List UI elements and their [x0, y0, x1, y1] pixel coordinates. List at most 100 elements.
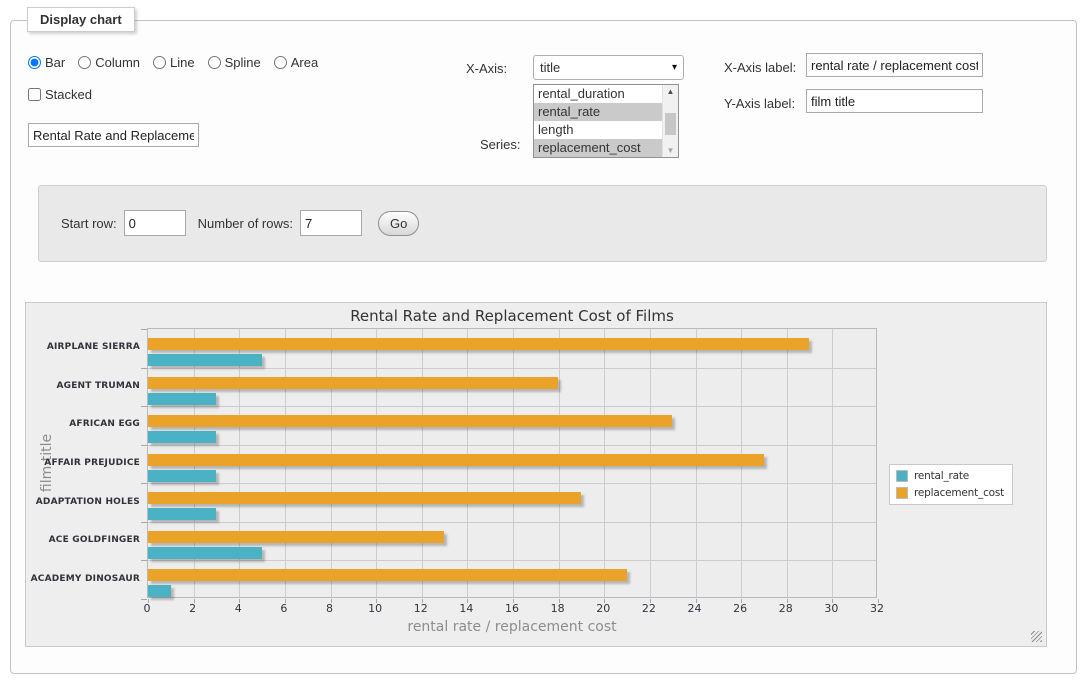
y-tick-mark: [141, 560, 147, 561]
bar-replacement_cost[interactable]: [148, 569, 627, 581]
series-option-replacement_cost[interactable]: replacement_cost: [534, 139, 662, 157]
x-tick-label: 28: [769, 602, 803, 615]
x-axis-label-input[interactable]: [806, 53, 983, 77]
grid-line-y: [148, 445, 876, 446]
grid-line-y: [148, 560, 876, 561]
chart-type-label: Spline: [225, 55, 261, 70]
chart-type-radios: Bar Column Line Spline Area: [28, 55, 318, 70]
bar-rental_rate[interactable]: [148, 508, 216, 520]
x-tick-label: 20: [586, 602, 620, 615]
row-range-box: Start row: Number of rows: Go: [38, 185, 1047, 262]
y-tick-mark: [141, 406, 147, 407]
chart-type-label: Column: [95, 55, 140, 70]
legend-swatch: [896, 470, 908, 482]
series-options: rental_durationrental_ratelengthreplacem…: [534, 85, 662, 157]
bar-rental_rate[interactable]: [148, 585, 171, 597]
panel-legend: Display chart: [27, 7, 135, 32]
grid-line-x: [832, 329, 833, 597]
grid-line-y: [148, 406, 876, 407]
stacked-checkbox[interactable]: [28, 88, 41, 101]
resize-handle-icon[interactable]: [1031, 631, 1042, 642]
x-axis-select-label: X-Axis:: [466, 61, 507, 76]
series-list-label: Series:: [480, 137, 520, 152]
bar-rental_rate[interactable]: [148, 470, 216, 482]
series-option-length[interactable]: length: [534, 121, 662, 139]
legend-entry-replacement_cost: replacement_cost: [896, 487, 1004, 499]
x-tick-label: 2: [176, 602, 210, 615]
chart-title: Rental Rate and Replacement Cost of Film…: [147, 307, 877, 325]
chart-type-radio-bar[interactable]: [28, 56, 41, 69]
chart-type-radio-area[interactable]: [274, 56, 287, 69]
chart-type-radio-spline[interactable]: [208, 56, 221, 69]
grid-line-y: [148, 522, 876, 523]
x-tick-label: 32: [860, 602, 894, 615]
x-tick-label: 16: [495, 602, 529, 615]
bar-rental_rate[interactable]: [148, 431, 216, 443]
bar-rental_rate[interactable]: [148, 393, 216, 405]
chart-type-option-spline: Spline: [208, 55, 261, 70]
chart-legend: rental_rate replacement_cost: [889, 464, 1013, 505]
start-row-input[interactable]: [124, 210, 186, 236]
legend-label: replacement_cost: [914, 487, 1004, 499]
bar-replacement_cost[interactable]: [148, 454, 764, 466]
y-category-label: ADAPTATION HOLES: [26, 482, 140, 521]
chart-type-label: Line: [170, 55, 195, 70]
series-option-rental_duration[interactable]: rental_duration: [534, 85, 662, 103]
bar-replacement_cost[interactable]: [148, 415, 672, 427]
series-listbox[interactable]: rental_durationrental_ratelengthreplacem…: [533, 84, 679, 158]
legend-entry-rental_rate: rental_rate: [896, 470, 1004, 482]
y-axis-label-input[interactable]: [806, 89, 983, 113]
series-option-rental_rate[interactable]: rental_rate: [534, 103, 662, 121]
y-axis-label-label: Y-Axis label:: [724, 96, 795, 111]
x-axis-select[interactable]: title ▾: [533, 55, 684, 80]
chart-type-option-bar: Bar: [28, 55, 65, 70]
x-tick-label: 18: [541, 602, 575, 615]
bar-replacement_cost[interactable]: [148, 531, 444, 543]
y-tick-mark: [141, 522, 147, 523]
chart-type-label: Area: [291, 55, 318, 70]
bar-rental_rate[interactable]: [148, 547, 262, 559]
x-tick-label: 0: [130, 602, 164, 615]
x-tick-label: 26: [723, 602, 757, 615]
scrollbar-thumb[interactable]: [665, 113, 676, 135]
series-scrollbar[interactable]: ▲ ▼: [662, 85, 678, 157]
bar-replacement_cost[interactable]: [148, 338, 809, 350]
chart-type-option-line: Line: [153, 55, 195, 70]
x-tick-label: 8: [313, 602, 347, 615]
chart-type-option-area: Area: [274, 55, 318, 70]
x-axis-label-label: X-Axis label:: [724, 60, 796, 75]
x-tick-label: 14: [449, 602, 483, 615]
chart-type-radio-line[interactable]: [153, 56, 166, 69]
legend-swatch: [896, 487, 908, 499]
stacked-label-wrap: Stacked: [28, 87, 92, 102]
go-button[interactable]: Go: [378, 211, 419, 236]
x-tick-label: 12: [404, 602, 438, 615]
scroll-down-icon[interactable]: ▼: [663, 146, 678, 155]
x-tick-label: 10: [358, 602, 392, 615]
chevron-down-icon: ▾: [672, 62, 677, 73]
y-tick-mark: [141, 483, 147, 484]
bar-replacement_cost[interactable]: [148, 492, 581, 504]
chart-title-input[interactable]: [28, 123, 199, 147]
chart-type-option-column: Column: [78, 55, 140, 70]
num-rows-label: Number of rows:: [198, 216, 293, 231]
x-axis-title: rental rate / replacement cost: [147, 619, 877, 635]
x-tick-label: 6: [267, 602, 301, 615]
x-tick-label: 30: [814, 602, 848, 615]
y-category-label: AIRPLANE SIERRA: [26, 328, 140, 367]
grid-line-x: [787, 329, 788, 597]
chart-type-radio-column[interactable]: [78, 56, 91, 69]
y-category-label: ACADEMY DINOSAUR: [26, 559, 140, 598]
x-tick-label: 4: [221, 602, 255, 615]
bar-rental_rate[interactable]: [148, 354, 262, 366]
bar-replacement_cost[interactable]: [148, 377, 558, 389]
x-tick-label: 22: [632, 602, 666, 615]
num-rows-input[interactable]: [300, 210, 362, 236]
chart-type-label: Bar: [45, 55, 65, 70]
plot-area: [147, 328, 877, 598]
y-tick-mark: [141, 329, 147, 330]
x-tick-label: 24: [678, 602, 712, 615]
y-tick-mark: [141, 599, 147, 600]
stacked-row: Stacked: [28, 87, 92, 102]
scroll-up-icon[interactable]: ▲: [663, 87, 678, 96]
